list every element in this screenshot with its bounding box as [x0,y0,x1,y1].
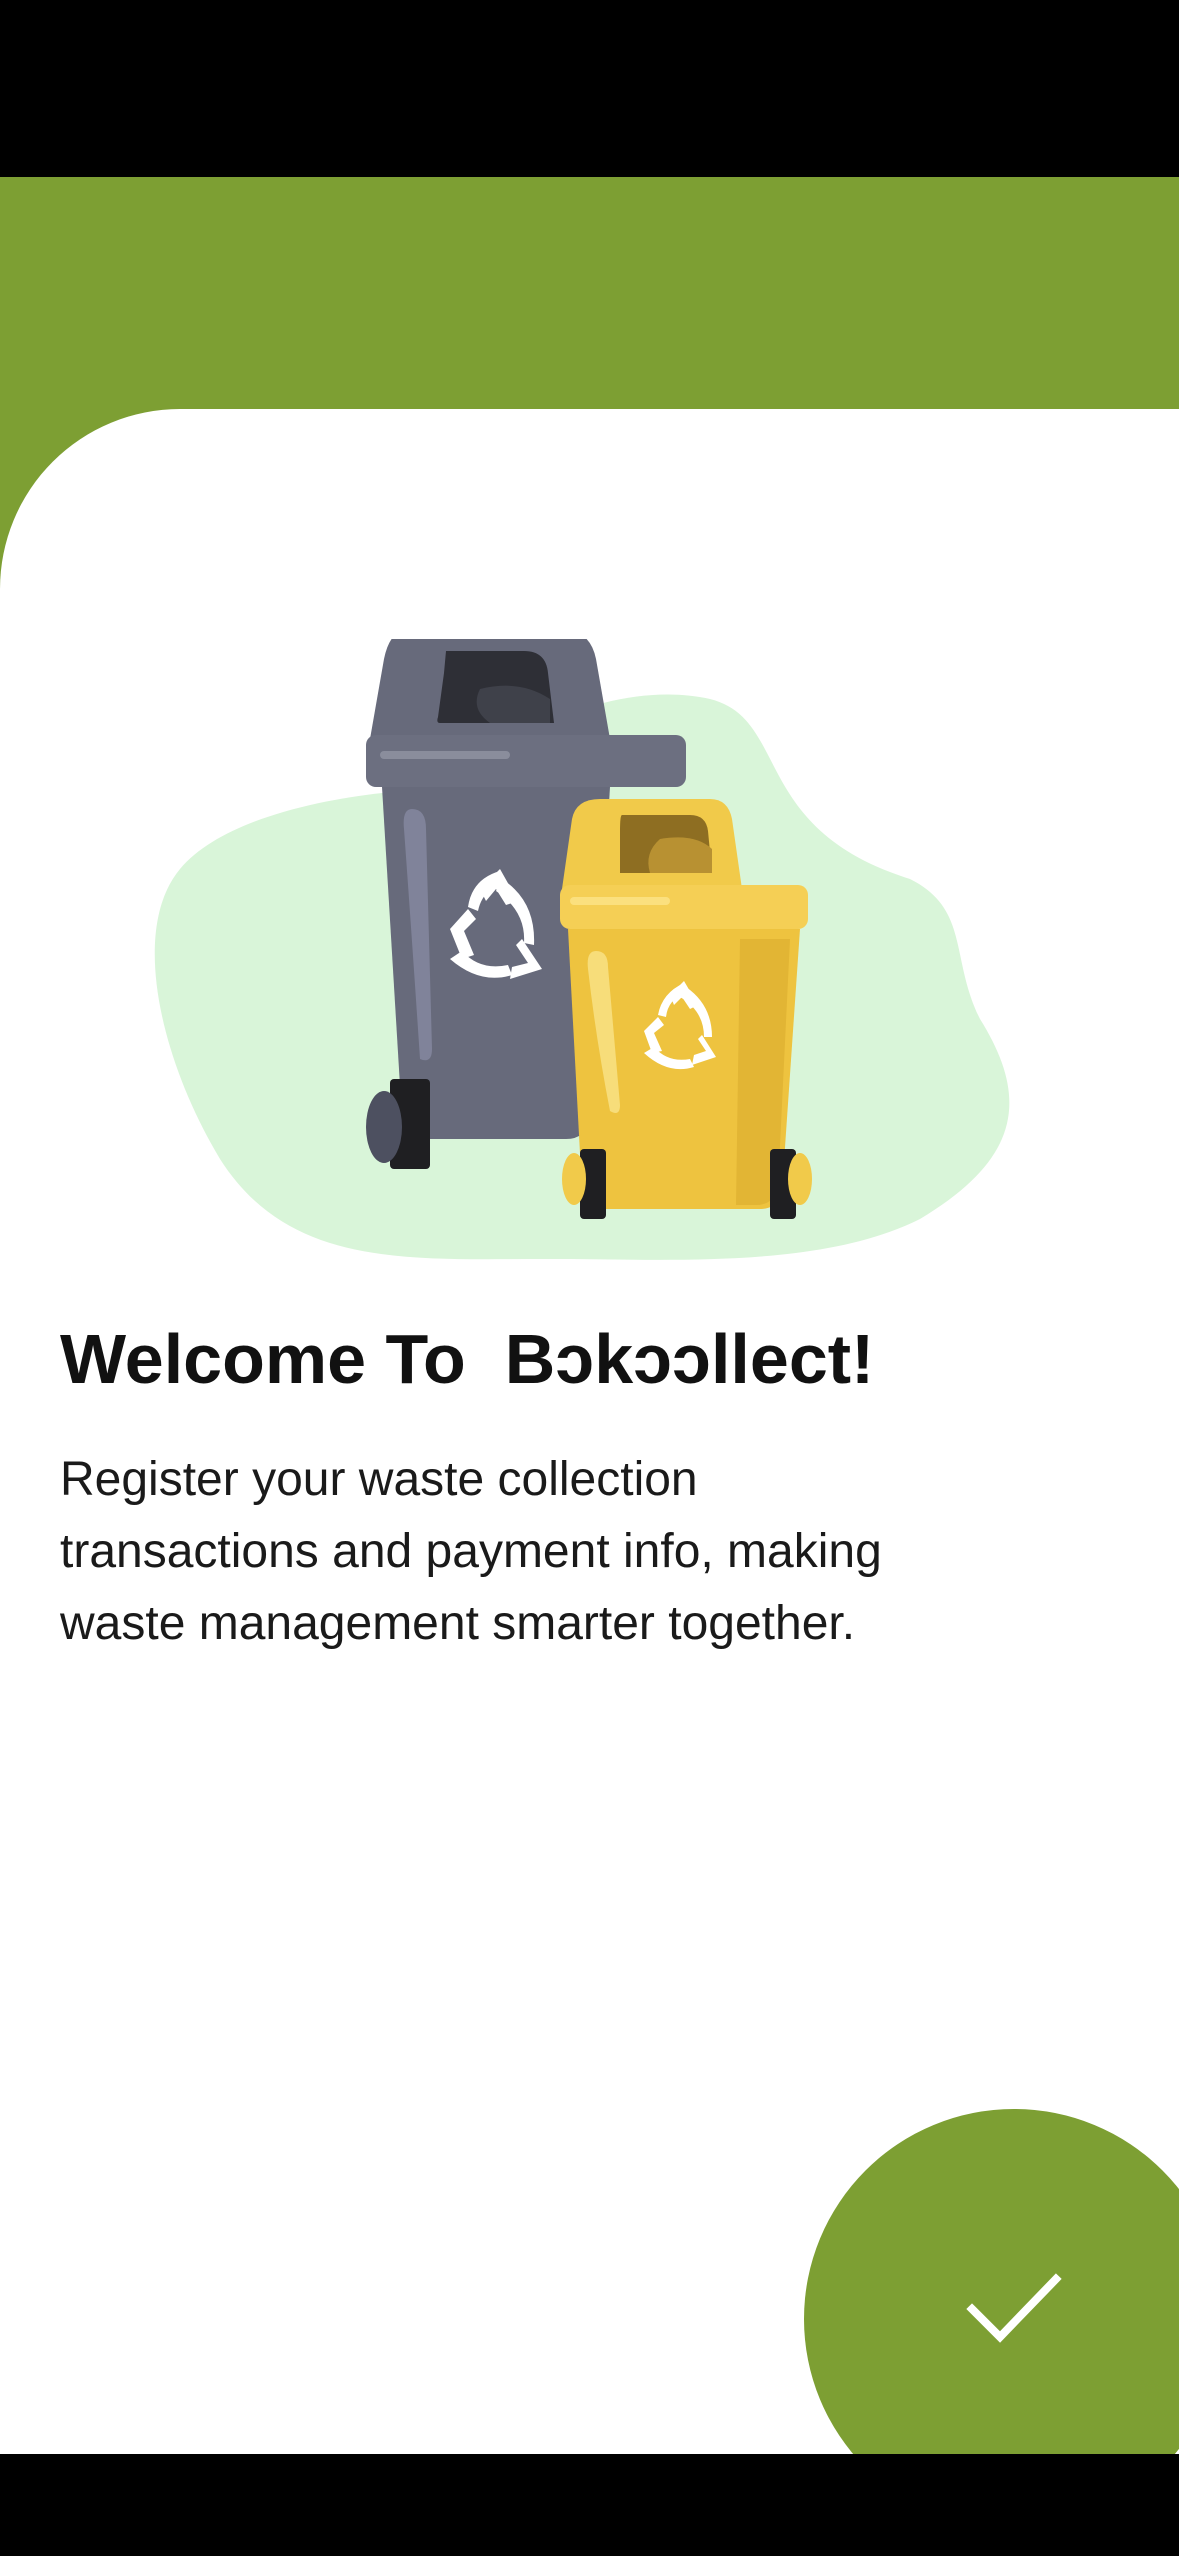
onboarding-screen: Welcome To Bɔkɔɔllect! Register your was… [0,0,1179,2556]
welcome-title: Welcome To Bɔkɔɔllect! [60,1320,875,1398]
confirm-button[interactable] [804,2109,1179,2454]
content-card: Welcome To Bɔkɔɔllect! Register your was… [0,409,1179,2454]
recycling-bins-illustration [154,639,1010,1260]
checkmark-icon [966,2273,1062,2343]
navigation-bar [0,2454,1179,2556]
status-bar [0,0,1179,177]
welcome-description: Register your waste collection transacti… [60,1453,882,1650]
